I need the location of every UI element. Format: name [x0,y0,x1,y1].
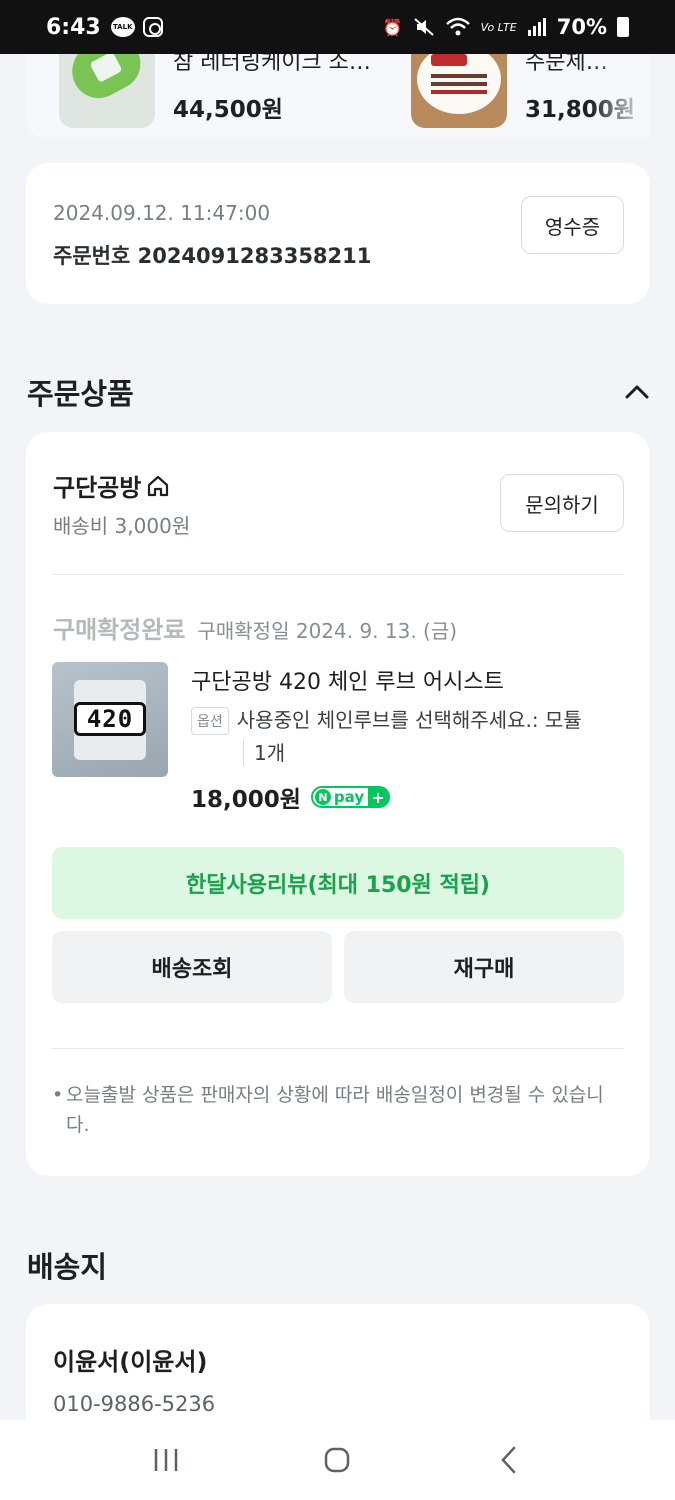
recommendation-thumbnail[interactable] [59,50,155,128]
recipient-name: 이윤서(이윤서) [53,1348,208,1376]
recent-apps-button[interactable] [136,1430,196,1490]
order-date: 2024.09.12. 11:47:00 [53,201,271,225]
home-circle-icon [325,1447,350,1473]
navigation-bar [0,1420,675,1500]
shipping-fee: 배송비 3,000원 [53,514,191,538]
divider [52,574,624,575]
rebuy-button[interactable]: 재구매 [344,931,624,1003]
npay-n: N [314,789,331,805]
notice-text: 오늘출발 상품은 판매자의 상황에 따라 배송일정이 변경될 수 있습니다. [66,1084,604,1136]
option-tag: 옵션 [191,707,229,735]
product-quantity: 1개 [243,740,285,766]
recommendation-item[interactable]: 참 레터링케이크 소주병 44,500원 [59,50,373,128]
review-button[interactable]: 한달사용리뷰(최대 150원 적립) [52,847,624,919]
home-icon[interactable] [145,473,171,499]
inquiry-button[interactable]: 문의하기 [500,474,624,532]
npay-plus: + [368,788,389,806]
delivery-notice: • 오늘출발 상품은 판매자의 상황에 따라 배송일정이 변경될 수 있습니다. [52,1080,626,1140]
kakaotalk-icon: TALK [110,17,135,37]
back-button[interactable] [479,1430,539,1490]
product-price-value: 18,000원 [191,787,301,813]
confirm-date: 구매확정일 2024. 9. 13. (금) [197,619,458,643]
recommendation-thumbnail[interactable] [411,50,507,128]
seller-name-label[interactable]: 구단공방 [53,468,141,503]
product-price: 18,000원 N pay + [191,780,391,814]
notice-bullet: • [52,1084,64,1106]
product-option: 옵션 사용중인 체인루브를 선택해주세요.: 모튤 [191,707,631,737]
npay-label: pay [333,788,365,806]
divider [52,1048,624,1049]
product-name[interactable]: 구단공방 420 체인 루브 어시스트 [191,664,504,696]
mute-icon [413,18,434,36]
track-delivery-button[interactable]: 배송조회 [52,931,332,1003]
status-bar: 6:43 TALK ⏰ Vo LTE 70% [0,0,675,54]
purchase-status: 구매확정완료 구매확정일 2024. 9. 13. (금) [53,610,457,645]
seller-name[interactable]: 구단공방 [53,468,171,503]
recommendation-price: 44,500원 [173,97,283,123]
product-thumbnail-label: 420 [74,702,146,736]
signal-icon [527,18,546,36]
shipping-title: 배송지 [27,1250,108,1284]
alarm-icon: ⏰ [382,17,403,37]
volte-label: Vo LTE [480,20,517,34]
recent-apps-icon [154,1449,178,1471]
home-button[interactable] [307,1430,367,1490]
status-label: 구매확정완료 [53,616,186,644]
order-info-card: 2024.09.12. 11:47:00 주문번호 20240912833582… [26,163,650,304]
product-thumbnail[interactable]: 420 [52,662,168,777]
recipient-phone: 010-9886-5236 [53,1392,216,1416]
order-items-card: 구단공방 배송비 3,000원 문의하기 구매확정완료 구매확정일 2024. … [26,432,650,1176]
status-time: 6:43 [46,14,101,40]
order-items-title: 주문상품 [27,377,134,411]
receipt-button[interactable]: 영수증 [521,196,624,254]
instagram-icon [142,17,163,37]
battery-percent: 70% [556,15,607,39]
back-icon [501,1446,516,1474]
chevron-up-icon[interactable] [623,378,651,406]
battery-icon [617,17,629,37]
wifi-icon [445,17,470,36]
npay-plus-icon: N pay + [310,786,391,808]
option-text: 사용중인 체인루브를 선택해주세요.: 모튤 [236,708,582,732]
order-number: 주문번호 2024091283358211 [53,244,372,268]
